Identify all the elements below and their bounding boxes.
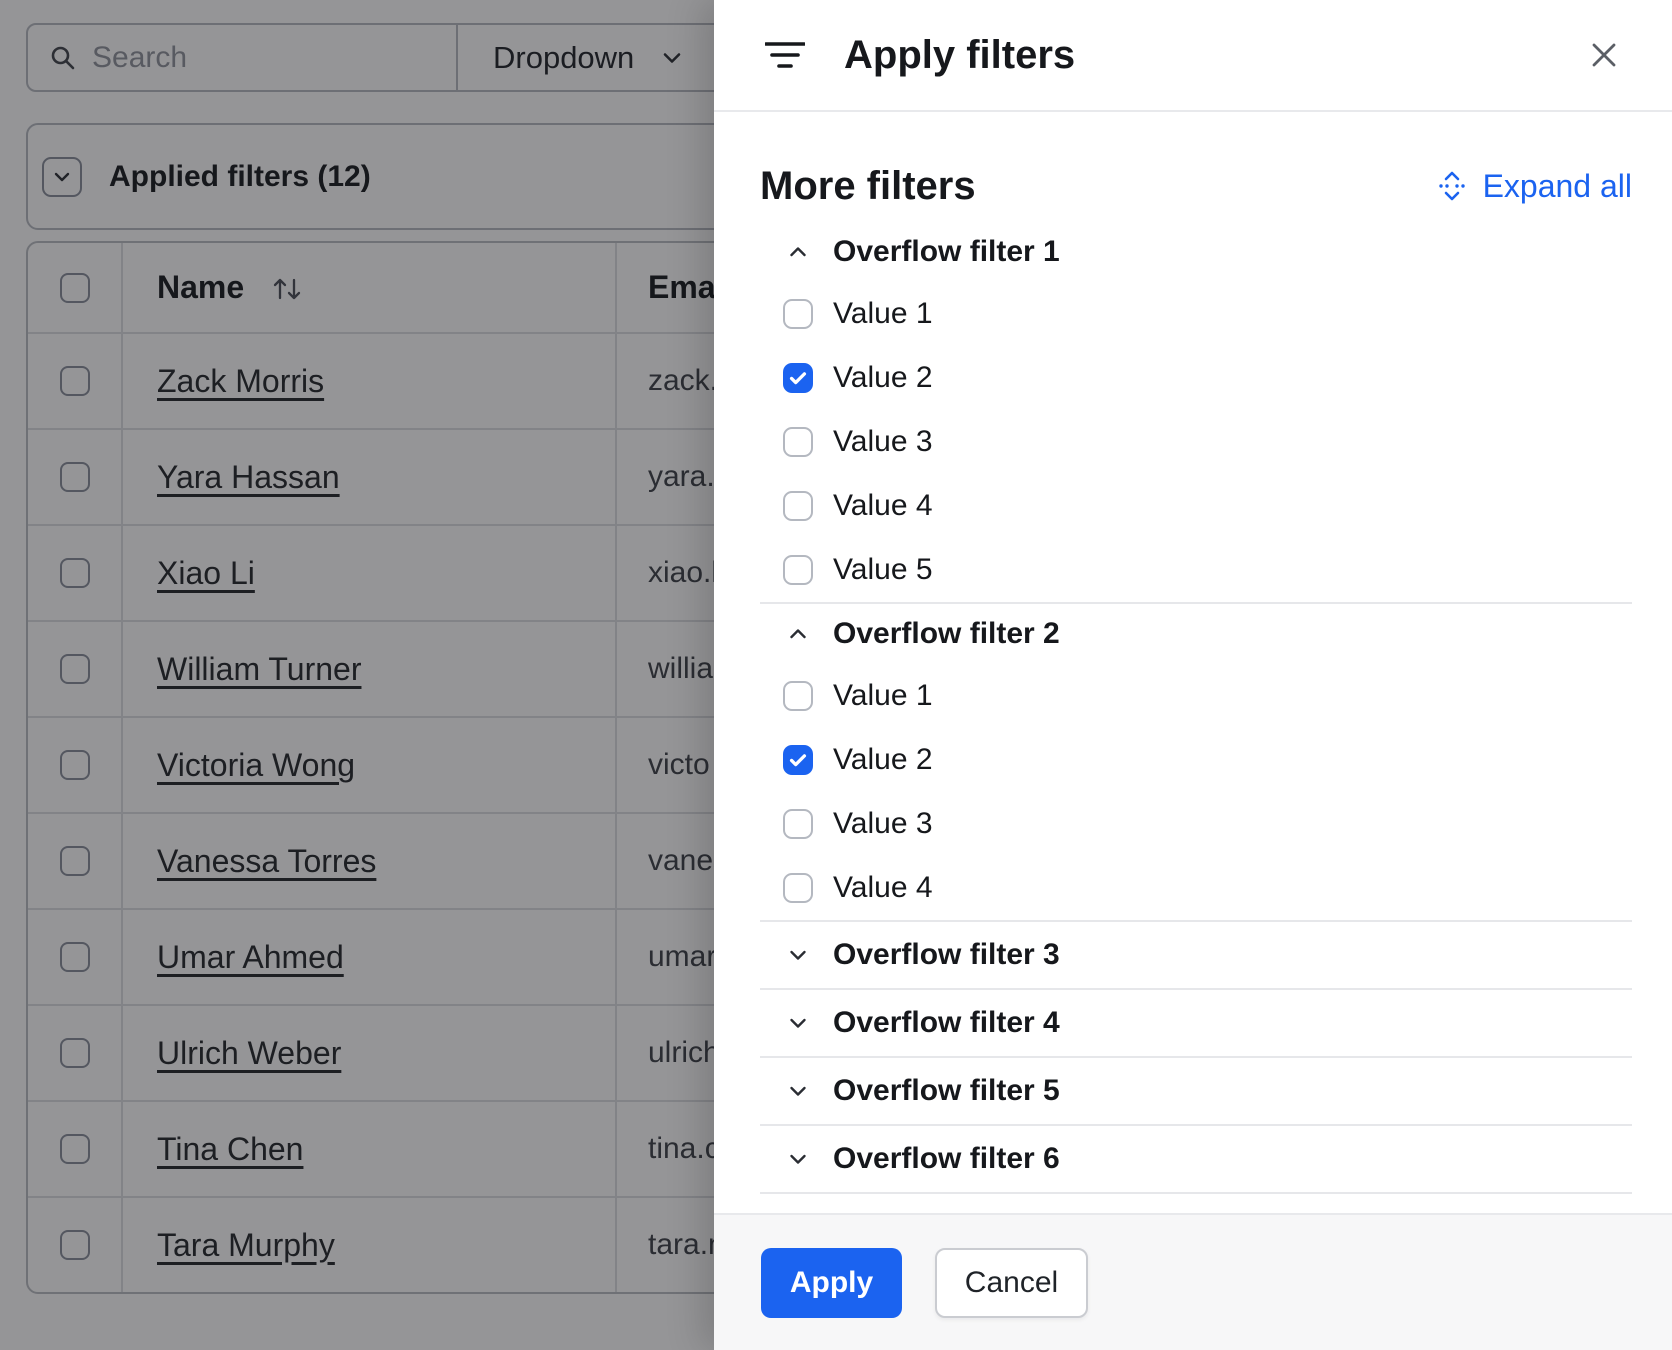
chevron-down-icon [787, 1148, 809, 1170]
filter-option-label: Value 1 [833, 679, 933, 713]
filter-option-label: Value 4 [833, 871, 933, 905]
checkbox[interactable] [783, 809, 813, 839]
divider [760, 1192, 1632, 1194]
chevron-down-icon [787, 1012, 809, 1034]
apply-filters-drawer: Apply filters More filters [714, 0, 1672, 1350]
filter-option-label: Value 1 [833, 297, 933, 331]
drawer-footer: Apply Cancel [714, 1213, 1672, 1350]
expand-all-icon [1436, 168, 1468, 204]
cancel-button[interactable]: Cancel [935, 1248, 1088, 1318]
more-filters-heading: More filters [760, 164, 976, 209]
page: Search Dropdown Applied filters (12) [0, 0, 1672, 1350]
filter-section-label: Overflow filter 6 [833, 1142, 1060, 1176]
checkbox[interactable] [783, 555, 813, 585]
filter-section-label: Overflow filter 2 [833, 617, 1060, 651]
chevron-up-icon [787, 241, 809, 263]
apply-button[interactable]: Apply [761, 1248, 902, 1318]
chevron-down-icon [787, 944, 809, 966]
filter-section-label: Overflow filter 3 [833, 938, 1060, 972]
expand-all-link[interactable]: Expand all [1436, 168, 1632, 205]
filter-option: Value 3 [760, 792, 1632, 856]
filter-option: Value 4 [760, 856, 1632, 920]
filter-option: Value 5 [760, 538, 1632, 602]
filter-option-label: Value 4 [833, 489, 933, 523]
filter-option-label: Value 3 [833, 425, 933, 459]
filter-section-toggle[interactable]: Overflow filter 2 [760, 604, 1632, 664]
check-icon [787, 749, 809, 771]
filter-option: Value 1 [760, 664, 1632, 728]
filter-section-toggle[interactable]: Overflow filter 6 [760, 1126, 1632, 1192]
filter-section-toggle[interactable]: Overflow filter 1 [760, 222, 1632, 282]
filter-section-toggle[interactable]: Overflow filter 4 [760, 990, 1632, 1056]
filter-option: Value 3 [760, 410, 1632, 474]
filter-section-toggle[interactable]: Overflow filter 5 [760, 1058, 1632, 1124]
filter-option: Value 2 [760, 346, 1632, 410]
chevron-up-icon [787, 623, 809, 645]
filter-section-label: Overflow filter 4 [833, 1006, 1060, 1040]
filter-option-label: Value 2 [833, 361, 933, 395]
checkbox[interactable] [783, 491, 813, 521]
chevron-down-icon [787, 1080, 809, 1102]
filter-option-label: Value 3 [833, 807, 933, 841]
drawer-body: More filters Expand all Overflow fi [714, 112, 1672, 1213]
filter-option: Value 4 [760, 474, 1632, 538]
checkbox[interactable] [783, 873, 813, 903]
checkbox[interactable] [783, 681, 813, 711]
filter-sections: Overflow filter 1 Value 1 Value 2 Value … [760, 222, 1632, 1194]
checkbox[interactable] [783, 427, 813, 457]
filter-section-label: Overflow filter 5 [833, 1074, 1060, 1108]
close-icon [1591, 42, 1617, 68]
filter-option: Value 2 [760, 728, 1632, 792]
filter-option-label: Value 2 [833, 743, 933, 777]
close-button[interactable] [1582, 33, 1626, 77]
drawer-header: Apply filters [714, 0, 1672, 112]
filter-section-label: Overflow filter 1 [833, 235, 1060, 269]
filter-option-label: Value 5 [833, 553, 933, 587]
checkbox[interactable] [783, 363, 813, 393]
drawer-title: Apply filters [844, 33, 1075, 78]
filter-icon [765, 41, 805, 69]
check-icon [787, 367, 809, 389]
filter-section-toggle[interactable]: Overflow filter 3 [760, 922, 1632, 988]
checkbox[interactable] [783, 299, 813, 329]
filter-option: Value 1 [760, 282, 1632, 346]
checkbox[interactable] [783, 745, 813, 775]
expand-all-label: Expand all [1483, 168, 1632, 205]
